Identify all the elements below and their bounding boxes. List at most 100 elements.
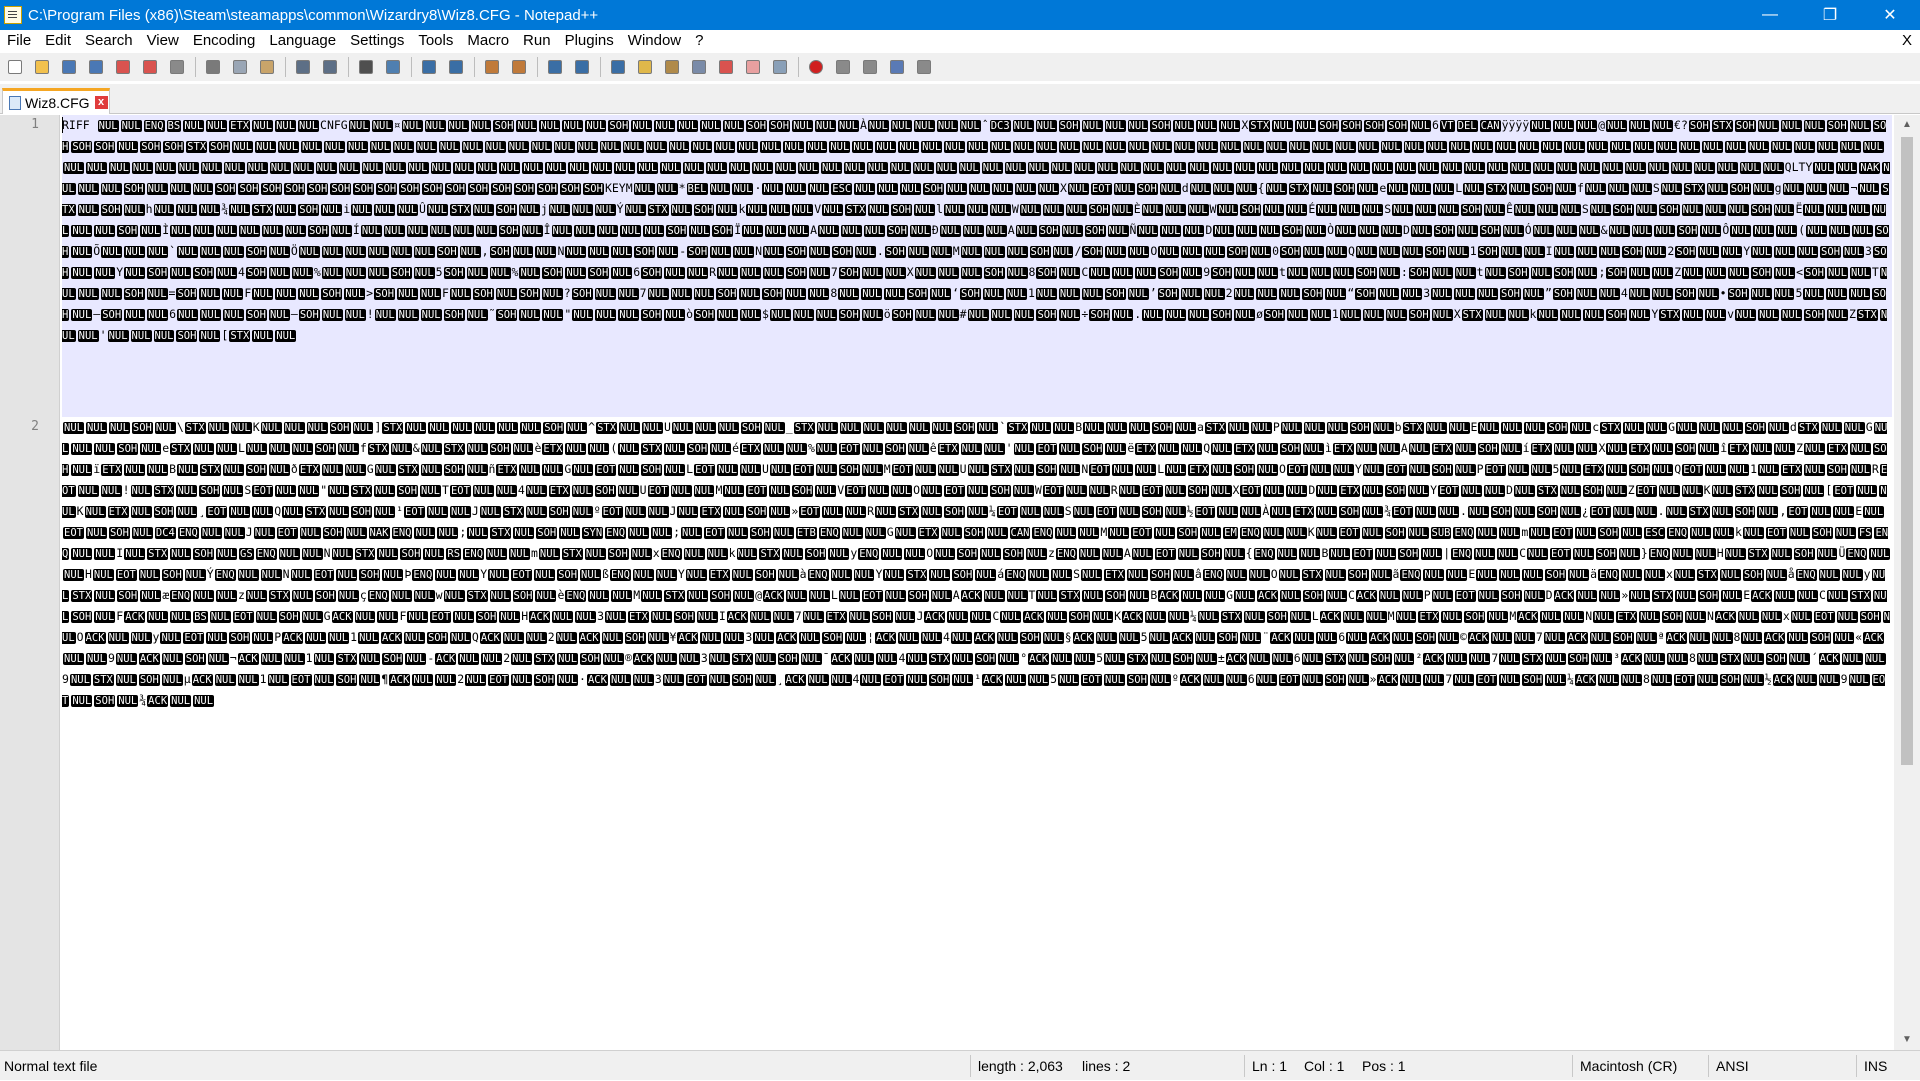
indent-guide-button[interactable]	[607, 56, 629, 78]
close-document-button[interactable]: X	[1902, 30, 1912, 52]
control-char-badge: EOT	[1787, 506, 1809, 518]
control-char-badge: NUL	[1833, 506, 1855, 518]
toolbar	[0, 53, 1920, 81]
undo-button[interactable]	[292, 56, 314, 78]
paste-button[interactable]	[256, 56, 278, 78]
text-area[interactable]: RIFF NUL NUL ENQ BS NUL NUL ETX NUL NUL NUL CNFG NU…	[62, 115, 1894, 1050]
text-char: 6	[1247, 672, 1255, 686]
menu-tools[interactable]: Tools	[411, 30, 460, 52]
cut-button[interactable]	[202, 56, 224, 78]
control-char-badge: NUL	[854, 246, 876, 258]
monitoring-button[interactable]	[769, 56, 791, 78]
text-char: >	[366, 286, 374, 300]
redo-button[interactable]	[319, 56, 341, 78]
restore-button[interactable]: ❐	[1800, 0, 1860, 30]
menu-view[interactable]: View	[140, 30, 186, 52]
control-char-badge: NUL	[1173, 120, 1195, 132]
menu-plugins[interactable]: Plugins	[558, 30, 621, 52]
find-button[interactable]	[355, 56, 377, 78]
close-window-button[interactable]: ✕	[1860, 0, 1920, 30]
control-char-badge: NUL	[1568, 569, 1590, 581]
menu-help[interactable]: ?	[688, 30, 710, 52]
doc-map-button[interactable]	[661, 56, 683, 78]
show-all-chars-button[interactable]	[571, 56, 593, 78]
control-char-badge: NUL	[611, 590, 633, 602]
menu-edit[interactable]: Edit	[38, 30, 78, 52]
status-bar: Normal text file length : 2,063 lines : …	[0, 1050, 1920, 1080]
control-char-badge: NUL	[1454, 267, 1476, 279]
control-char-badge: SOH	[1500, 288, 1521, 300]
sync-horizontal-button[interactable]	[508, 56, 530, 78]
tab-wiz8-cfg[interactable]: Wiz8.CFG x	[2, 88, 110, 114]
vertical-scrollbar[interactable]: ▲ ▼	[1894, 115, 1920, 1050]
control-char-badge: NUL	[875, 506, 897, 518]
control-char-badge: NUL	[1378, 267, 1400, 279]
scroll-up-icon[interactable]: ▲	[1894, 115, 1920, 135]
control-char-badge: STX	[1126, 653, 1148, 665]
control-char-badge: NUL	[1112, 267, 1134, 279]
status-insert-mode[interactable]: INS	[1864, 1051, 1887, 1081]
function-list-button[interactable]	[688, 56, 710, 78]
copy-button[interactable]	[229, 56, 251, 78]
control-char-badge: NUL	[323, 141, 345, 153]
folder-workspace-button[interactable]	[715, 56, 737, 78]
open-file-button[interactable]	[31, 56, 53, 78]
control-char-badge: NUL	[1067, 183, 1089, 195]
new-file-button[interactable]	[4, 56, 26, 78]
control-char-badge: SOH	[261, 183, 283, 195]
menu-encoding[interactable]: Encoding	[186, 30, 263, 52]
menu-search[interactable]: Search	[78, 30, 140, 52]
control-char-badge: NUL	[1856, 485, 1878, 497]
run-macro-multiple-button[interactable]	[886, 56, 908, 78]
record-macro-button[interactable]	[805, 56, 827, 78]
text-line-2[interactable]: NUL NUL NUL SOH NUL \ STX NUL NUL K NUL NUL NUL SOH NU…	[62, 417, 1892, 711]
control-char-badge: NUL	[1576, 267, 1598, 279]
control-char-badge: SOH	[1036, 464, 1058, 476]
save-button[interactable]	[58, 56, 80, 78]
menu-file[interactable]: File	[0, 30, 38, 52]
sync-vertical-button[interactable]	[481, 56, 503, 78]
control-char-badge: EOT	[1141, 485, 1163, 497]
scrollbar-thumb[interactable]	[1901, 137, 1913, 765]
tab-close-icon[interactable]: x	[94, 96, 108, 109]
text-char: Þ	[404, 567, 412, 581]
replace-button[interactable]	[382, 56, 404, 78]
control-char-badge: NUL	[1621, 527, 1643, 539]
save-all-button[interactable]	[85, 56, 107, 78]
close-file-button[interactable]	[112, 56, 134, 78]
control-char-badge: SOH	[1211, 267, 1233, 279]
control-char-badge: NUL	[1826, 204, 1848, 216]
save-macro-button[interactable]	[913, 56, 935, 78]
menu-macro[interactable]: Macro	[460, 30, 516, 52]
editor[interactable]: 1 2 RIFF NUL NUL ENQ BS NUL NUL ETX NUL NUL NUL CN…	[0, 115, 1920, 1050]
stop-macro-button[interactable]	[832, 56, 854, 78]
minimize-button[interactable]: —	[1740, 0, 1800, 30]
status-eol[interactable]: Macintosh (CR)	[1580, 1051, 1677, 1081]
control-char-badge: NUL	[566, 422, 588, 434]
doc-switcher-button[interactable]	[742, 56, 764, 78]
control-char-badge: NUL	[1315, 527, 1337, 539]
play-macro-button[interactable]	[859, 56, 881, 78]
zoom-in-button[interactable]	[418, 56, 440, 78]
control-char-badge: NUL	[1510, 162, 1531, 174]
control-char-badge: NUL	[1541, 141, 1563, 153]
control-char-badge: SOH	[382, 653, 404, 665]
menu-window[interactable]: Window	[621, 30, 688, 52]
menu-language[interactable]: Language	[262, 30, 343, 52]
menu-run[interactable]: Run	[516, 30, 558, 52]
menu-settings[interactable]: Settings	[343, 30, 411, 52]
close-all-button[interactable]	[139, 56, 161, 78]
zoom-out-button[interactable]	[445, 56, 467, 78]
print-button[interactable]	[166, 56, 188, 78]
text-char: B	[1075, 420, 1083, 434]
scroll-down-icon[interactable]: ▼	[1894, 1030, 1920, 1050]
control-char-badge: NUL	[275, 120, 297, 132]
control-char-badge: SOH	[298, 204, 320, 216]
word-wrap-button[interactable]	[544, 56, 566, 78]
control-char-badge: NUL	[1349, 162, 1371, 174]
text-char: ¬	[1850, 181, 1858, 195]
udl-button[interactable]	[634, 56, 656, 78]
control-char-badge: NUL	[1806, 225, 1828, 237]
text-line-1[interactable]: RIFF NUL NUL ENQ BS NUL NUL ETX NUL NUL NUL CNFG NU…	[62, 115, 1892, 346]
control-char-badge: SOH	[1282, 225, 1304, 237]
